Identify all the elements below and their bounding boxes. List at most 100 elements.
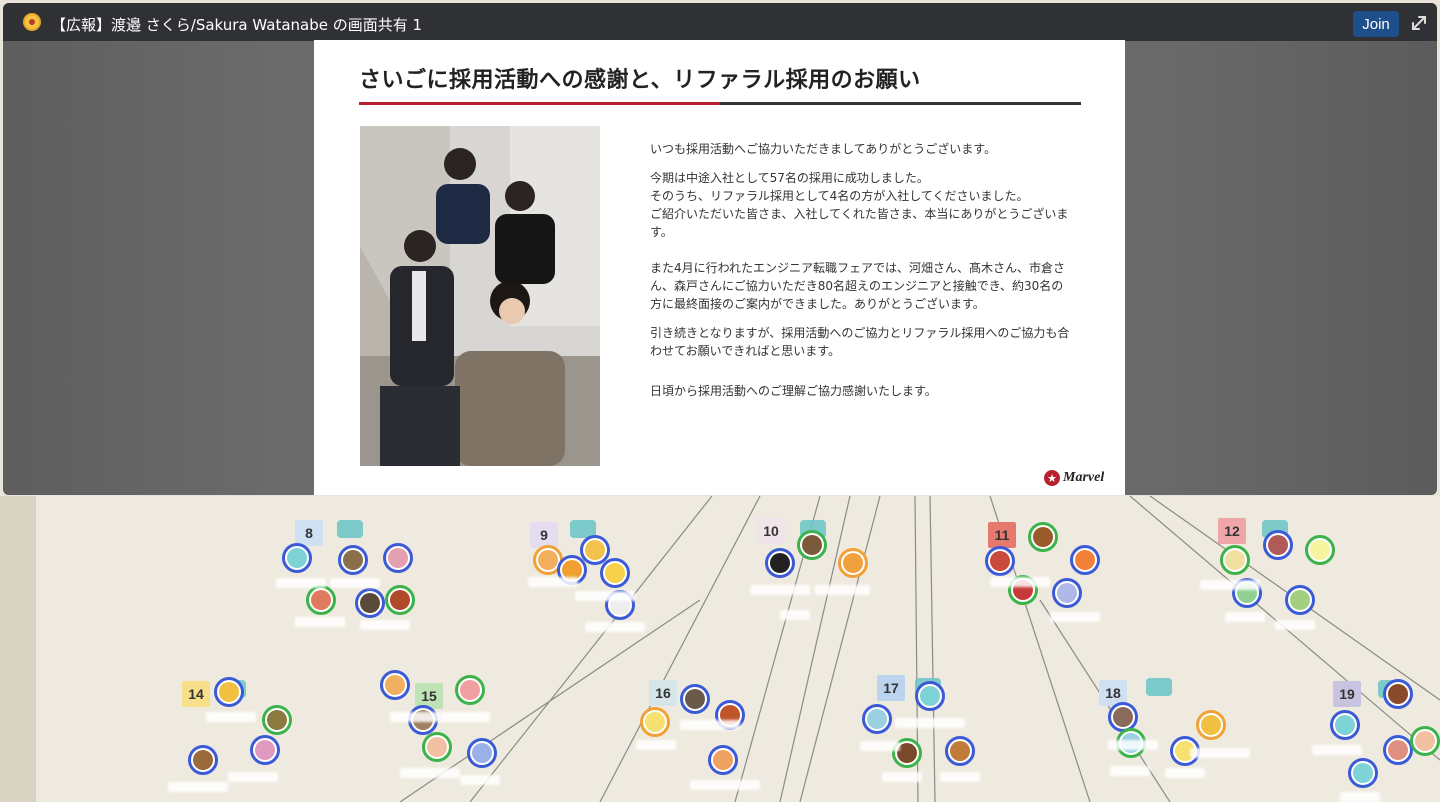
user-avatar[interactable] — [1028, 522, 1058, 552]
user-avatar[interactable] — [188, 745, 218, 775]
user-nametag — [860, 741, 900, 751]
user-nametag — [400, 768, 460, 778]
user-nametag — [460, 775, 500, 785]
user-avatar[interactable] — [385, 585, 415, 615]
user-avatar[interactable] — [680, 684, 710, 714]
user-nametag — [1340, 792, 1380, 802]
user-nametag — [780, 610, 810, 620]
table-9-label: 9 — [530, 522, 558, 548]
user-avatar[interactable] — [338, 545, 368, 575]
slide-title: さいごに採用活動への感謝と、リファラル採用のお願い — [359, 68, 921, 93]
slide-paragraph: 日頃から採用活動へのご理解ご協力感謝いたします。 — [650, 384, 937, 398]
user-nametag — [990, 577, 1050, 587]
table-12-label: 12 — [1218, 518, 1246, 544]
star-icon: ★ — [1044, 470, 1060, 486]
user-nametag — [1108, 740, 1158, 750]
user-avatar[interactable] — [1383, 679, 1413, 709]
gather-logo-icon — [23, 13, 41, 31]
chair — [337, 520, 363, 538]
user-nametag — [575, 591, 635, 601]
slide-paragraph: 引き続きとなりますが、採用活動へのご協力とリファラル採用へのご協力も合わせてお願… — [650, 326, 1070, 358]
table-10-label: 10 — [757, 518, 785, 544]
user-avatar[interactable] — [708, 745, 738, 775]
user-nametag — [206, 712, 256, 722]
user-nametag — [636, 740, 676, 750]
user-nametag — [1165, 768, 1205, 778]
user-avatar[interactable] — [1383, 735, 1413, 765]
user-avatar[interactable] — [282, 543, 312, 573]
user-avatar[interactable] — [1285, 585, 1315, 615]
user-nametag — [528, 577, 578, 587]
table-16-label: 16 — [649, 680, 677, 706]
user-avatar[interactable] — [797, 530, 827, 560]
marvel-logo: ★ Marvel — [1044, 470, 1104, 486]
user-avatar[interactable] — [945, 736, 975, 766]
user-nametag — [940, 772, 980, 782]
user-nametag — [585, 622, 645, 632]
user-avatar[interactable] — [467, 738, 497, 768]
user-avatar[interactable] — [862, 704, 892, 734]
slide-paragraph: また4月に行われたエンジニア転職フェアでは、河畑さん、髙木さん、市倉さん、森戸さ… — [650, 261, 1066, 311]
user-nametag — [1050, 612, 1100, 622]
user-nametag — [680, 720, 740, 730]
user-nametag — [1200, 580, 1260, 590]
user-avatar[interactable] — [422, 732, 452, 762]
user-nametag — [330, 578, 380, 588]
table-8-label: 8 — [295, 520, 323, 546]
user-avatar[interactable] — [1305, 535, 1335, 565]
slide-paragraph: いつも採用活動へご協力いただきましてありがとうございます。 — [650, 142, 997, 156]
user-nametag — [882, 772, 922, 782]
table-17-label: 17 — [877, 675, 905, 701]
user-nametag — [1225, 612, 1265, 622]
user-avatar[interactable] — [915, 681, 945, 711]
user-nametag — [815, 585, 870, 595]
user-avatar[interactable] — [1330, 710, 1360, 740]
user-avatar[interactable] — [1263, 530, 1293, 560]
user-nametag — [690, 780, 760, 790]
share-title-bar: 【広報】渡邉 さくら/Sakura Watanabe の画面共有 1 Join — [3, 3, 1437, 41]
user-avatar[interactable] — [838, 548, 868, 578]
user-avatar[interactable] — [640, 707, 670, 737]
chair — [1146, 678, 1172, 696]
user-nametag — [1110, 766, 1150, 776]
user-avatar[interactable] — [765, 548, 795, 578]
team-photo — [360, 126, 600, 466]
user-nametag — [440, 712, 490, 722]
user-avatar[interactable] — [455, 675, 485, 705]
user-avatar[interactable] — [250, 735, 280, 765]
marvel-logo-text: Marvel — [1063, 470, 1105, 485]
user-avatar[interactable] — [1220, 545, 1250, 575]
user-avatar[interactable] — [262, 705, 292, 735]
user-nametag — [276, 578, 326, 588]
user-avatar[interactable] — [1196, 710, 1226, 740]
join-button[interactable]: Join — [1353, 11, 1399, 37]
user-nametag — [1312, 745, 1362, 755]
table-19-label: 19 — [1333, 681, 1361, 707]
user-nametag — [295, 617, 345, 627]
user-nametag — [390, 712, 440, 722]
table-11-label: 11 — [988, 522, 1016, 548]
user-nametag — [750, 585, 810, 595]
user-avatar[interactable] — [383, 543, 413, 573]
user-avatar[interactable] — [1410, 726, 1440, 756]
user-avatar[interactable] — [1070, 545, 1100, 575]
expand-icon[interactable] — [1408, 12, 1430, 34]
user-nametag — [228, 772, 278, 782]
user-nametag — [360, 620, 410, 630]
user-nametag — [1275, 620, 1315, 630]
slide-paragraph: 今期は中途入社として57名の採用に成功しました。 そのうち、リファラル採用として… — [650, 171, 1069, 239]
user-avatar[interactable] — [1348, 758, 1378, 788]
user-avatar[interactable] — [380, 670, 410, 700]
slide-body: いつも採用活動へご協力いただきましてありがとうございます。 今期は中途入社として… — [650, 140, 1070, 411]
user-avatar[interactable] — [1052, 578, 1082, 608]
user-avatar[interactable] — [306, 585, 336, 615]
user-avatar[interactable] — [600, 558, 630, 588]
user-nametag — [895, 718, 965, 728]
user-avatar[interactable] — [355, 588, 385, 618]
share-title: 【広報】渡邉 さくら/Sakura Watanabe の画面共有 1 — [51, 16, 423, 34]
user-avatar[interactable] — [985, 546, 1015, 576]
user-nametag — [168, 782, 228, 792]
presentation-slide: さいごに採用活動への感謝と、リファラル採用のお願い いつも採用活動へご協力いただ… — [314, 40, 1125, 495]
slide-title-rule — [359, 102, 1081, 105]
user-avatar[interactable] — [214, 677, 244, 707]
